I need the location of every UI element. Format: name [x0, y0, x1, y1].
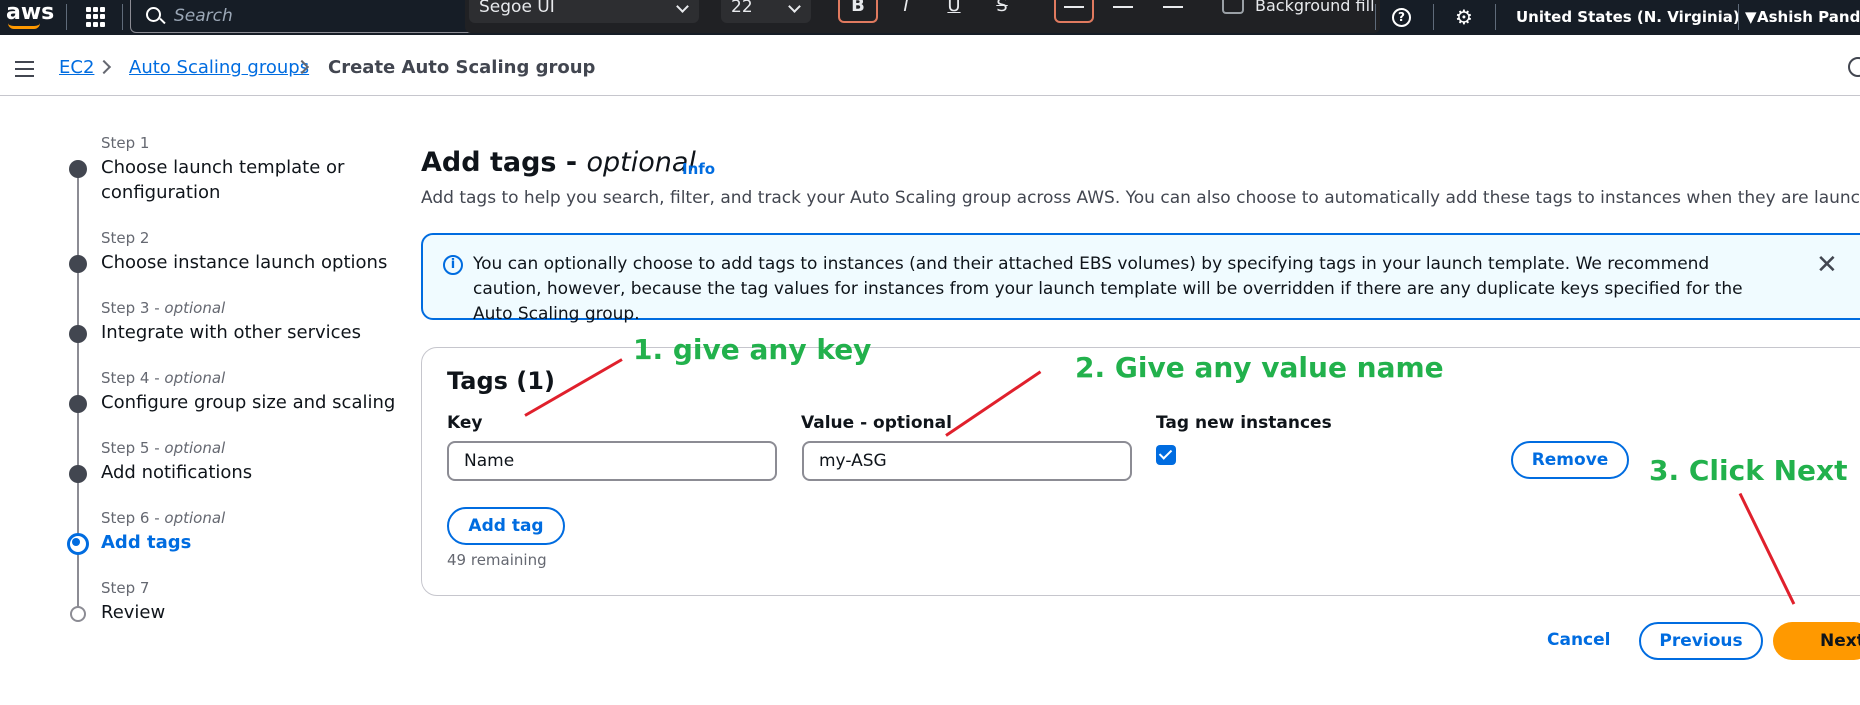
step-1-number: Step 1: [101, 134, 149, 152]
step-6-number: Step 6 - optional: [101, 509, 226, 527]
step-current-icon: [67, 533, 89, 555]
chevron-down-icon: [788, 0, 801, 13]
font-family-value: Segoe UI: [479, 0, 555, 17]
previous-button[interactable]: Previous: [1639, 622, 1763, 660]
step-1-link[interactable]: Choose launch template or configuration: [101, 155, 361, 205]
key-label: Key: [447, 413, 483, 433]
bold-button[interactable]: B: [838, 0, 878, 23]
page-title-text: Add tags -: [421, 147, 587, 178]
align-right-button[interactable]: [1151, 0, 1191, 23]
step-3-number: Step 3 - optional: [101, 299, 226, 317]
cancel-button[interactable]: Cancel: [1547, 630, 1610, 650]
step-6-optional: optional: [164, 509, 226, 527]
tags-remaining: 49 remaining: [447, 551, 547, 569]
step-3-num-text: Step 3: [101, 299, 150, 317]
info-alert: i You can optionally choose to add tags …: [421, 233, 1860, 324]
page-description: Add tags to help you search, filter, and…: [421, 188, 1860, 208]
background-fill-checkbox[interactable]: [1222, 0, 1244, 14]
help-icon[interactable]: ?: [1392, 8, 1411, 27]
step-complete-icon: [69, 160, 87, 178]
chevron-down-icon: [676, 0, 689, 13]
nav-divider: [1433, 4, 1434, 30]
page-title-optional: optional: [586, 147, 696, 178]
search-placeholder: Search: [174, 6, 233, 26]
nav-divider: [66, 4, 67, 30]
step-5-number: Step 5 - optional: [101, 439, 226, 457]
breadcrumb-auto-scaling-groups[interactable]: Auto Scaling groups: [129, 57, 309, 78]
step-7-num-text: Step 7: [101, 579, 150, 597]
next-button[interactable]: Next: [1773, 622, 1860, 660]
top-nav: aws Search Segoe UI 22 B I U S Backgroun…: [0, 0, 1860, 35]
add-tag-button[interactable]: Add tag: [447, 507, 565, 545]
annotation-step-3: 3. Click Next: [1649, 454, 1848, 487]
step-3-optional: optional: [164, 299, 226, 317]
alert-text: You can optionally choose to add tags to…: [473, 254, 1743, 324]
tag-new-instances-checkbox[interactable]: [1156, 445, 1176, 465]
tag-value-input[interactable]: my-ASG: [802, 441, 1132, 481]
close-icon[interactable]: ✕: [1816, 252, 1838, 278]
nav-divider: [1495, 4, 1496, 30]
remove-button[interactable]: Remove: [1511, 441, 1629, 479]
breadcrumb-bar: EC2 Auto Scaling groups Create Auto Scal…: [0, 35, 1860, 96]
step-7-number: Step 7: [101, 579, 149, 597]
value-label: Value - optional: [801, 413, 952, 433]
font-family-select[interactable]: Segoe UI: [469, 0, 699, 23]
annotation-step-2: 2. Give any value name: [1075, 351, 1444, 384]
align-left-icon: [1064, 6, 1084, 8]
gear-icon[interactable]: ⚙: [1454, 7, 1474, 27]
step-4-link[interactable]: Configure group size and scaling: [101, 390, 395, 415]
step-7-label: Review: [101, 602, 166, 623]
align-right-icon: [1163, 6, 1183, 8]
menu-icon[interactable]: [15, 61, 34, 82]
step-pending-icon: [70, 606, 86, 622]
step-5-link[interactable]: Add notifications: [101, 460, 252, 485]
step-complete-icon: [69, 395, 87, 413]
align-center-button[interactable]: [1103, 0, 1143, 23]
background-fill-label: Background fill: [1255, 0, 1375, 15]
page-title: Add tags - optional: [421, 147, 696, 178]
nav-divider: [1738, 4, 1739, 30]
tags-heading: Tags (1): [447, 367, 555, 395]
info-icon: i: [443, 255, 463, 275]
step-2-link[interactable]: Choose instance launch options: [101, 250, 387, 275]
nav-divider: [1375, 4, 1376, 30]
step-5-optional: optional: [164, 439, 226, 457]
chevron-right-icon: [96, 59, 112, 75]
step-4-optional: optional: [164, 369, 226, 387]
step-5-num-text: Step 5: [101, 439, 150, 457]
annotation-step-1: 1. give any key: [633, 333, 872, 366]
step-2-number: Step 2: [101, 229, 149, 247]
nav-divider: [122, 4, 123, 30]
step-complete-icon: [69, 255, 87, 273]
step-4-number: Step 4 - optional: [101, 369, 226, 387]
step-6-num-text: Step 6: [101, 509, 150, 527]
step-6-current: Add tags: [101, 532, 192, 553]
region-selector[interactable]: United States (N. Virginia) ▼: [1516, 8, 1757, 26]
tag-key-input[interactable]: Name: [447, 441, 777, 481]
align-center-icon: [1113, 6, 1133, 8]
search-icon: [146, 7, 161, 22]
services-grid-icon[interactable]: [86, 7, 106, 27]
info-icon[interactable]: [1848, 57, 1860, 77]
strikethrough-button[interactable]: S: [982, 0, 1022, 23]
step-complete-icon: [69, 465, 87, 483]
breadcrumb-current: Create Auto Scaling group: [328, 57, 596, 78]
font-size-value: 22: [731, 0, 753, 17]
tag-new-instances-label: Tag new instances: [1156, 413, 1332, 433]
aws-smile-icon: [8, 23, 40, 29]
step-complete-icon: [69, 325, 87, 343]
font-size-select[interactable]: 22: [721, 0, 811, 23]
underline-button[interactable]: U: [934, 0, 974, 23]
account-menu[interactable]: Ashish Pandey: [1757, 8, 1860, 26]
breadcrumb-ec2[interactable]: EC2: [59, 57, 94, 78]
step-4-num-text: Step 4: [101, 369, 150, 387]
step-2-num-text: Step 2: [101, 229, 150, 247]
logo-text: aws: [6, 0, 55, 25]
step-1-num-text: Step 1: [101, 134, 150, 152]
step-3-link[interactable]: Integrate with other services: [101, 320, 361, 345]
align-left-button[interactable]: [1054, 0, 1094, 23]
italic-button[interactable]: I: [886, 0, 926, 23]
info-link[interactable]: Info: [682, 160, 715, 178]
